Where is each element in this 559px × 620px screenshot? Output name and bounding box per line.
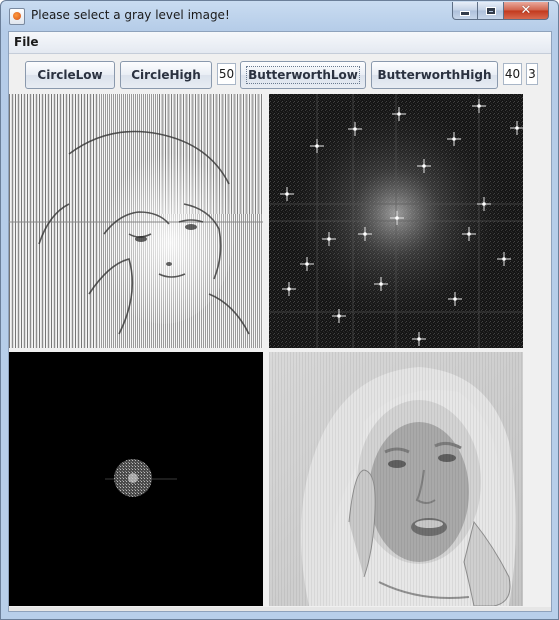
java-app-icon — [9, 8, 25, 25]
circle-high-label: CircleHigh — [131, 68, 201, 82]
filtered-face-image — [269, 352, 523, 606]
title-bar[interactable]: Please select a gray level image! ✕ — [1, 1, 558, 31]
status-strip — [9, 607, 551, 611]
butterworth-high-label: ButterworthHigh — [377, 68, 492, 82]
close-button[interactable]: ✕ — [504, 2, 549, 20]
window-title: Please select a gray level image! — [31, 8, 230, 22]
maximize-icon — [486, 7, 495, 14]
app-window: Please select a gray level image! ✕ File… — [0, 0, 559, 620]
butterworth-high-button[interactable]: ButterworthHigh — [371, 61, 498, 89]
butterworth-order-field[interactable]: 3 — [526, 63, 538, 85]
fourier-spectrum-image — [269, 94, 523, 348]
butterworth-low-label: ButterworthLow — [246, 66, 360, 84]
menu-bar: File — [9, 32, 551, 54]
filter-toolbar: CircleLow CircleHigh 50 ButterworthLow B… — [9, 54, 551, 94]
circle-low-label: CircleLow — [37, 68, 103, 82]
edge-enhanced-face-image — [9, 94, 263, 348]
minimize-icon — [460, 11, 470, 16]
circle-radius-field[interactable]: 50 — [217, 63, 236, 85]
maximize-button[interactable] — [478, 2, 504, 20]
butterworth-low-button[interactable]: ButterworthLow — [240, 61, 366, 89]
close-icon: ✕ — [520, 3, 532, 18]
butterworth-cutoff-field[interactable]: 40 — [503, 63, 522, 85]
circle-high-button[interactable]: CircleHigh — [120, 61, 212, 89]
filtered-spectrum-image — [9, 352, 263, 606]
client-area: File CircleLow CircleHigh 50 Butterworth… — [8, 31, 552, 612]
circle-low-button[interactable]: CircleLow — [25, 61, 115, 89]
menu-file[interactable]: File — [14, 35, 39, 49]
minimize-button[interactable] — [452, 2, 478, 20]
